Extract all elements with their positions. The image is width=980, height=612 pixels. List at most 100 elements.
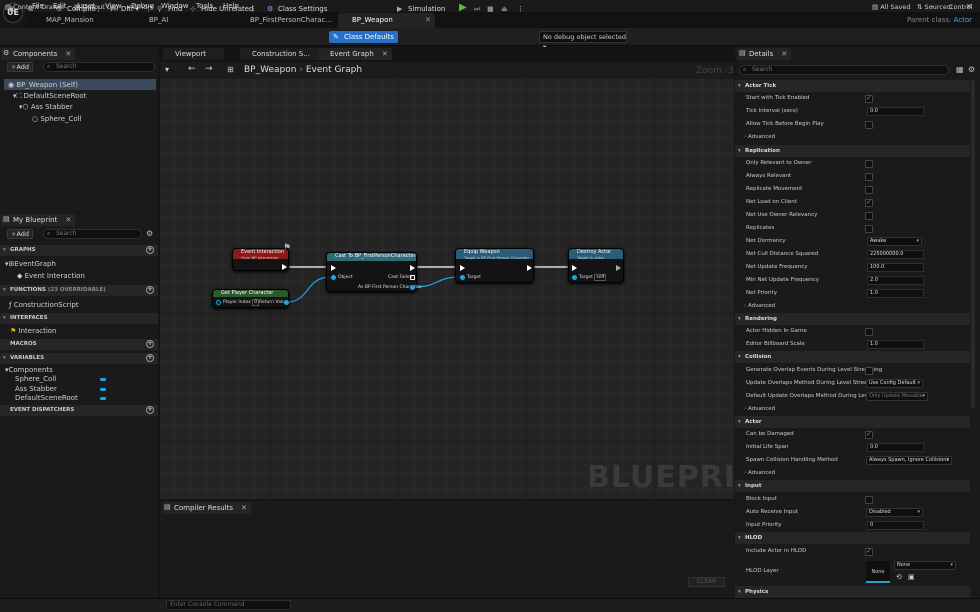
object-pin[interactable]: [331, 275, 336, 280]
exec-out-pin[interactable]: [282, 264, 287, 270]
close-icon[interactable]: ✕: [241, 502, 247, 514]
all-saved-status[interactable]: ▤ All Saved: [872, 3, 910, 11]
collision-category[interactable]: ▾ Collision: [735, 351, 970, 363]
can-damaged-checkbox[interactable]: [865, 430, 873, 439]
net-cull-input[interactable]: 225000000.0: [867, 250, 924, 259]
self-value[interactable]: self: [594, 274, 607, 281]
row-block-input: Block Input: [746, 496, 777, 502]
actor-tick-category[interactable]: ▾ Actor Tick: [735, 80, 970, 92]
exec-in-pin[interactable]: [460, 265, 465, 271]
browse-folder-icon[interactable]: ▣: [908, 573, 915, 581]
exec-in-pin[interactable]: [572, 265, 577, 271]
player-index-pin[interactable]: [216, 300, 221, 305]
net-priority-input[interactable]: 1.0: [867, 289, 924, 298]
actor-category[interactable]: ▾ Actor: [735, 416, 970, 428]
life-span-input[interactable]: 0.0: [867, 443, 924, 452]
pin-label: Player Index: [223, 300, 251, 305]
billboard-input[interactable]: 1.0: [867, 340, 924, 349]
row-only-relevant: Only Relevant to Owner: [746, 160, 812, 166]
details-icon: ▤: [739, 49, 746, 57]
target-pin[interactable]: [572, 275, 577, 280]
update-overlap-select[interactable]: Use Config Default ▾: [866, 379, 923, 388]
hlod-layer-select[interactable]: None ▾: [894, 561, 956, 570]
node-subtitle: From BP Interaction: [241, 255, 279, 260]
default-update-select[interactable]: Only Update Movable ▾: [866, 392, 928, 401]
gen-overlap-checkbox[interactable]: [865, 367, 873, 375]
node-header: Event Interaction From BP Interaction: [233, 249, 288, 260]
cmd-button[interactable]: ▸ Cmd ▾: [127, 3, 153, 11]
advanced-label: Advanced: [747, 303, 776, 309]
start-tick-checkbox[interactable]: [865, 94, 873, 103]
console-command-input[interactable]: Enter Console Command: [166, 600, 291, 610]
allow-tick-checkbox[interactable]: [865, 121, 873, 129]
as-character-pin[interactable]: [410, 285, 415, 290]
always-relevant-checkbox[interactable]: [865, 173, 873, 181]
category-label: Replication: [745, 148, 780, 154]
tick-interval-input[interactable]: 0.0: [867, 107, 924, 116]
net-load-checkbox[interactable]: [865, 198, 873, 207]
node-equip-weapon[interactable]: Equip Weapon Target is BP First Person Ch…: [455, 248, 534, 283]
auto-receive-select[interactable]: Disabled ▾: [866, 508, 923, 517]
chevron-down-icon: ▾: [917, 509, 920, 515]
use-selected-icon[interactable]: ⟲: [896, 573, 902, 581]
close-icon[interactable]: ✕: [781, 48, 787, 60]
only-relevant-checkbox[interactable]: [865, 160, 873, 168]
details-tab-label: Details: [749, 50, 774, 58]
exec-out-pin[interactable]: [410, 265, 415, 271]
hlod-category[interactable]: ▾ HLOD: [735, 532, 970, 544]
hidden-checkbox[interactable]: [865, 328, 873, 336]
spawn-collision-select[interactable]: Always Spawn, Ignore Collisions ▾: [866, 456, 952, 465]
grid-view-icon[interactable]: ▦: [956, 65, 964, 74]
node-cast-to-firstperson[interactable]: Cast To BP_FirstPersonCharacter Object C…: [326, 252, 422, 292]
output-log-button[interactable]: ▥ Output Log: [74, 3, 119, 11]
physics-category[interactable]: ▾ Physics: [735, 586, 970, 598]
node-get-player-character[interactable]: Get Player Character Player Index 0 Retu…: [212, 289, 289, 308]
replication-advanced[interactable]: › Advanced: [735, 300, 968, 313]
include-hlod-checkbox[interactable]: [865, 547, 873, 556]
net-dormancy-select[interactable]: Awake ▾: [867, 237, 922, 246]
replication-category[interactable]: ▾ Replication: [735, 145, 970, 157]
replicates-checkbox[interactable]: [865, 225, 873, 233]
interface-event-icon: ⚑: [283, 243, 292, 253]
compiler-results-label: Compiler Results: [174, 504, 234, 512]
details-scrollbar[interactable]: [971, 80, 975, 408]
results-icon: ▤: [164, 503, 171, 511]
row-min-net: Min Net Update Frequency: [746, 277, 819, 283]
exec-in-pin[interactable]: [331, 265, 336, 271]
row-gen-overlap: Generate Overlap Events During Level Str…: [746, 367, 883, 373]
content-drawer-button[interactable]: ▤ Content Drawer: [5, 3, 65, 11]
details-search-input[interactable]: ⌕ Search: [739, 65, 949, 75]
clear-button[interactable]: CLEAR: [688, 577, 725, 587]
node-destroy-actor[interactable]: Destroy Actor Target is Actor Target self: [568, 248, 624, 283]
row-life-span: Initial Life Span: [746, 444, 789, 450]
compiler-results-tab[interactable]: Compiler Results ✕: [162, 502, 252, 514]
advanced-label: Advanced: [747, 134, 776, 140]
return-value-pin[interactable]: [284, 300, 289, 305]
cast-failed-pin[interactable]: [410, 275, 415, 280]
exec-out-pin[interactable]: [616, 265, 621, 271]
net-use-owner-checkbox[interactable]: [865, 212, 873, 220]
chevron-down-icon: ▾: [922, 393, 925, 399]
source-control-button[interactable]: ⇅ Source Control: [917, 3, 972, 11]
actor-advanced[interactable]: › Advanced: [735, 467, 968, 480]
target-pin[interactable]: [460, 275, 465, 280]
exec-out-pin[interactable]: [527, 265, 532, 271]
target-label: Target: [467, 275, 481, 280]
net-update-input[interactable]: 100.0: [867, 263, 924, 272]
input-category[interactable]: ▾ Input: [735, 480, 970, 492]
collision-advanced[interactable]: › Advanced: [735, 403, 968, 416]
node-event-interaction[interactable]: Event Interaction From BP Interaction: [232, 248, 289, 271]
block-input-checkbox[interactable]: [865, 496, 873, 504]
hlod-layer-thumbnail[interactable]: None: [866, 561, 890, 583]
min-net-input[interactable]: 2.0: [867, 276, 924, 285]
chevron-right-icon: ›: [744, 470, 747, 476]
all-saved-label: All Saved: [880, 3, 911, 11]
category-label: HLOD: [745, 535, 763, 541]
rendering-category[interactable]: ▾ Rendering: [735, 313, 970, 325]
replicate-movement-checkbox[interactable]: [865, 186, 873, 194]
row-auto-receive: Auto Receive Input: [746, 509, 799, 515]
gear-icon[interactable]: ⚙: [968, 65, 975, 74]
actor-tick-advanced[interactable]: › Advanced: [735, 131, 968, 144]
input-priority-input[interactable]: 0: [867, 521, 924, 530]
category-label: Actor Tick: [745, 83, 777, 89]
